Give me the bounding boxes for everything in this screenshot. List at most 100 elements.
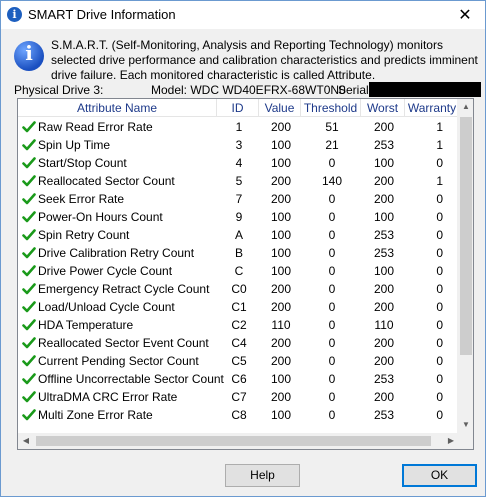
- attribute-id-cell: 9: [235, 210, 243, 224]
- table-row[interactable]: Spin Up Time 3 100 21 253 1: [18, 136, 459, 154]
- attribute-value-cell: 110: [271, 318, 291, 332]
- help-button[interactable]: Help: [225, 464, 300, 487]
- attribute-name-cell: Spin Retry Count: [38, 228, 130, 242]
- scroll-up-icon[interactable]: ▲: [458, 99, 473, 115]
- table-row[interactable]: Drive Power Cycle Count C 100 0 100 0: [18, 262, 459, 280]
- attribute-value-cell: 100: [270, 408, 292, 422]
- attribute-warranty-cell: 0: [436, 246, 443, 260]
- attribute-threshold-cell: 0: [328, 156, 336, 170]
- green-check-icon: [22, 283, 36, 295]
- attribute-value-cell: 200: [270, 300, 292, 314]
- attribute-worst-cell: 100: [373, 264, 395, 278]
- table-row[interactable]: UltraDMA CRC Error Rate C7 200 0 200 0: [18, 388, 459, 406]
- column-header-value[interactable]: Value: [259, 99, 301, 117]
- table-row[interactable]: Emergency Retract Cycle Count C0 200 0 200 0: [18, 280, 459, 298]
- attribute-name-cell: Raw Read Error Rate: [38, 120, 153, 134]
- attribute-id-cell: A: [234, 228, 243, 242]
- attribute-warranty-cell: 0: [436, 156, 443, 170]
- attribute-warranty-cell: 0: [436, 354, 443, 368]
- attribute-name-cell: Reallocated Sector Count: [38, 174, 175, 188]
- column-header-id[interactable]: ID: [217, 99, 259, 117]
- attribute-name-cell: Power-On Hours Count: [38, 210, 163, 224]
- attribute-threshold-cell: 140: [321, 174, 343, 188]
- attribute-warranty-cell: 1: [436, 174, 443, 188]
- attribute-name-cell: Seek Error Rate: [38, 192, 125, 206]
- vertical-scroll-thumb[interactable]: [460, 117, 472, 355]
- horizontal-scroll-thumb[interactable]: [36, 436, 431, 446]
- green-check-icon: [22, 139, 36, 151]
- column-header-threshold[interactable]: Threshold: [301, 99, 361, 117]
- table-row[interactable]: Reallocated Sector Event Count C4 200 0 200 0: [18, 334, 459, 352]
- attribute-worst-cell: 200: [373, 336, 395, 350]
- table-row[interactable]: Seek Error Rate 7 200 0 200 0: [18, 190, 459, 208]
- green-check-icon: [22, 409, 36, 421]
- attribute-value-cell: 100: [270, 138, 292, 152]
- attribute-id-cell: C7: [231, 390, 247, 404]
- attribute-threshold-cell: 0: [328, 300, 336, 314]
- table-row[interactable]: Spin Retry Count A 100 0 253 0: [18, 226, 459, 244]
- attribute-value-cell: 200: [270, 120, 292, 134]
- vertical-scrollbar[interactable]: ▲ ▼: [457, 99, 473, 433]
- info-icon: i: [7, 7, 22, 22]
- table-row[interactable]: Reallocated Sector Count 5 200 140 200 1: [18, 172, 459, 190]
- table-row[interactable]: Start/Stop Count 4 100 0 100 0: [18, 154, 459, 172]
- table-row[interactable]: Multi Zone Error Rate C8 100 0 253 0: [18, 406, 459, 424]
- attribute-worst-cell: 253: [373, 228, 395, 242]
- attribute-name-cell: Current Pending Sector Count: [38, 354, 199, 368]
- green-check-icon: [22, 247, 36, 259]
- attribute-id-cell: B: [234, 246, 243, 260]
- attribute-warranty-cell: 0: [436, 372, 443, 386]
- attribute-warranty-cell: 0: [436, 228, 443, 242]
- attribute-threshold-cell: 0: [328, 318, 336, 332]
- column-header-warranty[interactable]: Warranty: [405, 99, 459, 117]
- attribute-name-cell: Load/Unload Cycle Count: [38, 300, 175, 314]
- attribute-name-cell: Offline Uncorrectable Sector Count: [38, 372, 224, 386]
- green-check-icon: [22, 337, 36, 349]
- window-title: SMART Drive Information: [28, 7, 176, 22]
- column-header-name[interactable]: Attribute Name: [18, 99, 217, 117]
- attribute-worst-cell: 100: [373, 156, 395, 170]
- attribute-id-cell: 4: [235, 156, 243, 170]
- attribute-value-cell: 100: [270, 156, 292, 170]
- table-row[interactable]: Drive Calibration Retry Count B 100 0 253 0: [18, 244, 459, 262]
- ok-button[interactable]: OK: [402, 464, 477, 487]
- table-row[interactable]: HDA Temperature C2 110 0 110 0: [18, 316, 459, 334]
- attribute-worst-cell: 253: [373, 246, 395, 260]
- table-row[interactable]: Raw Read Error Rate 1 200 51 200 1: [18, 118, 459, 136]
- attribute-id-cell: C0: [231, 282, 247, 296]
- attribute-id-cell: C5: [231, 354, 247, 368]
- table-row[interactable]: Offline Uncorrectable Sector Count C6 100 0…: [18, 370, 459, 388]
- attribute-worst-cell: 200: [373, 192, 395, 206]
- attribute-id-cell: 3: [235, 138, 243, 152]
- column-header-worst[interactable]: Worst: [361, 99, 405, 117]
- attribute-warranty-cell: 0: [436, 264, 443, 278]
- green-check-icon: [22, 355, 36, 367]
- attribute-value-cell: 100: [270, 210, 292, 224]
- attribute-value-cell: 100: [270, 264, 292, 278]
- attribute-worst-cell: 200: [373, 390, 395, 404]
- title-bar: i SMART Drive Information ✕: [1, 1, 485, 29]
- attribute-threshold-cell: 0: [328, 246, 336, 260]
- scrollbar-corner: [457, 433, 473, 449]
- scroll-down-icon[interactable]: ▼: [458, 417, 473, 433]
- green-check-icon: [22, 391, 36, 403]
- attribute-warranty-cell: 1: [436, 120, 443, 134]
- scroll-left-icon[interactable]: ◀: [18, 433, 34, 449]
- table-row[interactable]: Load/Unload Cycle Count C1 200 0 200 0: [18, 298, 459, 316]
- attribute-name-cell: Reallocated Sector Event Count: [38, 336, 209, 350]
- attribute-value-cell: 200: [270, 354, 292, 368]
- table-row[interactable]: Current Pending Sector Count C5 200 0 200 0: [18, 352, 459, 370]
- attribute-id-cell: 5: [235, 174, 243, 188]
- attribute-id-cell: C2: [231, 318, 247, 332]
- table-row[interactable]: Power-On Hours Count 9 100 0 100 0: [18, 208, 459, 226]
- attribute-worst-cell: 200: [373, 354, 395, 368]
- attribute-value-cell: 200: [270, 390, 292, 404]
- attribute-value-cell: 100: [270, 372, 292, 386]
- attributes-table[interactable]: Attribute Name ID Value Threshold Worst …: [17, 98, 474, 450]
- close-button[interactable]: ✕: [445, 1, 485, 29]
- horizontal-scrollbar[interactable]: ◀ ▶: [18, 433, 459, 449]
- attribute-id-cell: 7: [235, 192, 243, 206]
- attribute-id-cell: C: [234, 264, 244, 278]
- attribute-id-cell: C1: [231, 300, 247, 314]
- attribute-name-cell: Start/Stop Count: [38, 156, 127, 170]
